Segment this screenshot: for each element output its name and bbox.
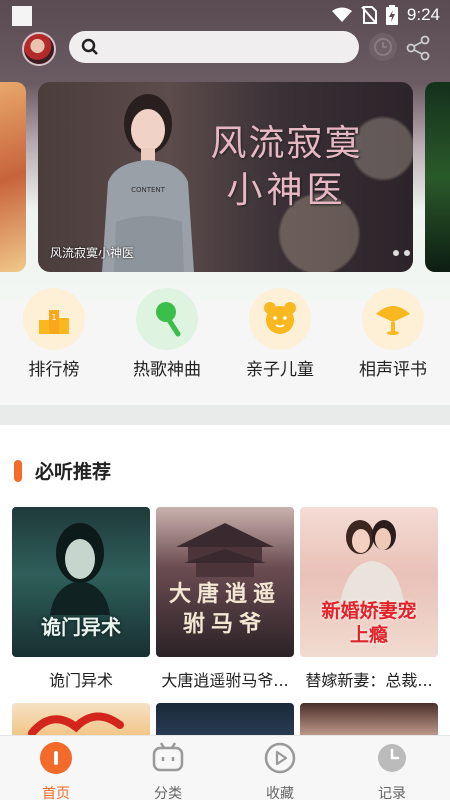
- book-cover: 新婚娇妻宠上瘾: [300, 507, 438, 657]
- status-time: 9:24: [406, 5, 440, 24]
- search-input[interactable]: [69, 31, 359, 63]
- category-label: 相声评书: [359, 360, 427, 380]
- bottom-tab-bar: 首页 分类 收藏 记录: [0, 735, 450, 800]
- clock-icon: [378, 744, 406, 772]
- microphone-icon: [136, 288, 198, 350]
- pager-dot: [393, 250, 399, 256]
- banner-caption: 风流寂寞小神医: [50, 246, 135, 260]
- tab-home[interactable]: 首页: [0, 741, 112, 800]
- category-label: 排行榜: [28, 360, 80, 380]
- book-card[interactable]: 新婚娇妻宠上瘾 替嫁新妻：总裁...: [300, 507, 438, 691]
- notification-icon: [12, 6, 32, 26]
- category-label: 亲子儿童: [246, 360, 314, 380]
- no-sim-icon: [361, 6, 377, 24]
- svg-text:1: 1: [51, 313, 56, 322]
- banner-title-line1: 风流寂寞: [210, 123, 363, 164]
- share-icon[interactable]: [405, 35, 431, 61]
- section-divider: [0, 405, 450, 425]
- home-icon: [40, 742, 72, 774]
- tab-label: 记录: [378, 786, 406, 800]
- book-cover-title: 诡门异术: [41, 615, 121, 639]
- search-icon: [81, 38, 98, 55]
- book-card[interactable]: 诡门异术 诡门异术: [12, 507, 150, 691]
- play-icon: [264, 742, 296, 774]
- tab-history[interactable]: 记录: [336, 741, 448, 800]
- banner-pager: [393, 250, 413, 256]
- status-bar: 9:24: [0, 0, 450, 32]
- category-ranking[interactable]: 1 排行榜: [4, 288, 104, 380]
- header: [0, 30, 450, 66]
- bear-icon: [249, 288, 311, 350]
- battery-icon: [385, 5, 398, 25]
- book-title: 大唐逍遥驸马爷...: [161, 671, 289, 690]
- book-cover-title: 新婚娇妻宠上瘾: [321, 600, 417, 646]
- svg-text:CONTENT: CONTENT: [131, 186, 166, 194]
- banner-title-line2: 小神医: [226, 170, 347, 211]
- banner-slide[interactable]: CONTENT 风流寂寞 小神医 风流寂寞小神医: [38, 82, 413, 272]
- tab-favorites[interactable]: 收藏: [224, 741, 336, 800]
- banner-title: 风流寂寞 小神医: [174, 122, 399, 216]
- tab-label: 收藏: [266, 786, 294, 800]
- category-hot-songs[interactable]: 热歌神曲: [117, 288, 217, 380]
- section-accent-bar: [14, 459, 22, 482]
- book-cover-title: 大唐逍遥驸马爷: [168, 581, 281, 637]
- wifi-icon: [331, 7, 352, 22]
- banner-next-slide[interactable]: [425, 82, 450, 272]
- tab-label: 分类: [154, 786, 182, 800]
- section-header: 必听推荐: [14, 457, 111, 484]
- book-card[interactable]: 大唐逍遥驸马爷 大唐逍遥驸马爷...: [156, 507, 294, 691]
- category-label: 热歌神曲: [133, 360, 201, 380]
- recommend-section: 必听推荐 诡门异术 诡门异术 大唐逍遥驸马爷 大唐逍遥驸马爷... 新婚娇妻宠上…: [0, 425, 450, 735]
- avatar[interactable]: [22, 32, 56, 66]
- book-cover: 诡门异术: [12, 507, 150, 657]
- category-icon: [152, 742, 184, 772]
- category-kids[interactable]: 亲子儿童: [230, 288, 330, 380]
- book-title: 替嫁新妻：总裁...: [305, 671, 433, 690]
- fan-icon: [362, 288, 424, 350]
- book-cover: 大唐逍遥驸马爷: [156, 507, 294, 657]
- pager-dot: [404, 250, 410, 256]
- section-title: 必听推荐: [35, 461, 112, 483]
- banner-prev-slide[interactable]: [0, 82, 26, 272]
- category-grid: 1 排行榜 热歌神曲 亲子儿童 相声评书: [0, 288, 450, 388]
- category-crosstalk[interactable]: 相声评书: [343, 288, 443, 380]
- ranking-icon: 1: [23, 288, 85, 350]
- tab-category[interactable]: 分类: [112, 741, 224, 800]
- history-clock-icon[interactable]: [369, 33, 397, 61]
- book-title: 诡门异术: [48, 671, 113, 690]
- tab-label: 首页: [42, 786, 70, 800]
